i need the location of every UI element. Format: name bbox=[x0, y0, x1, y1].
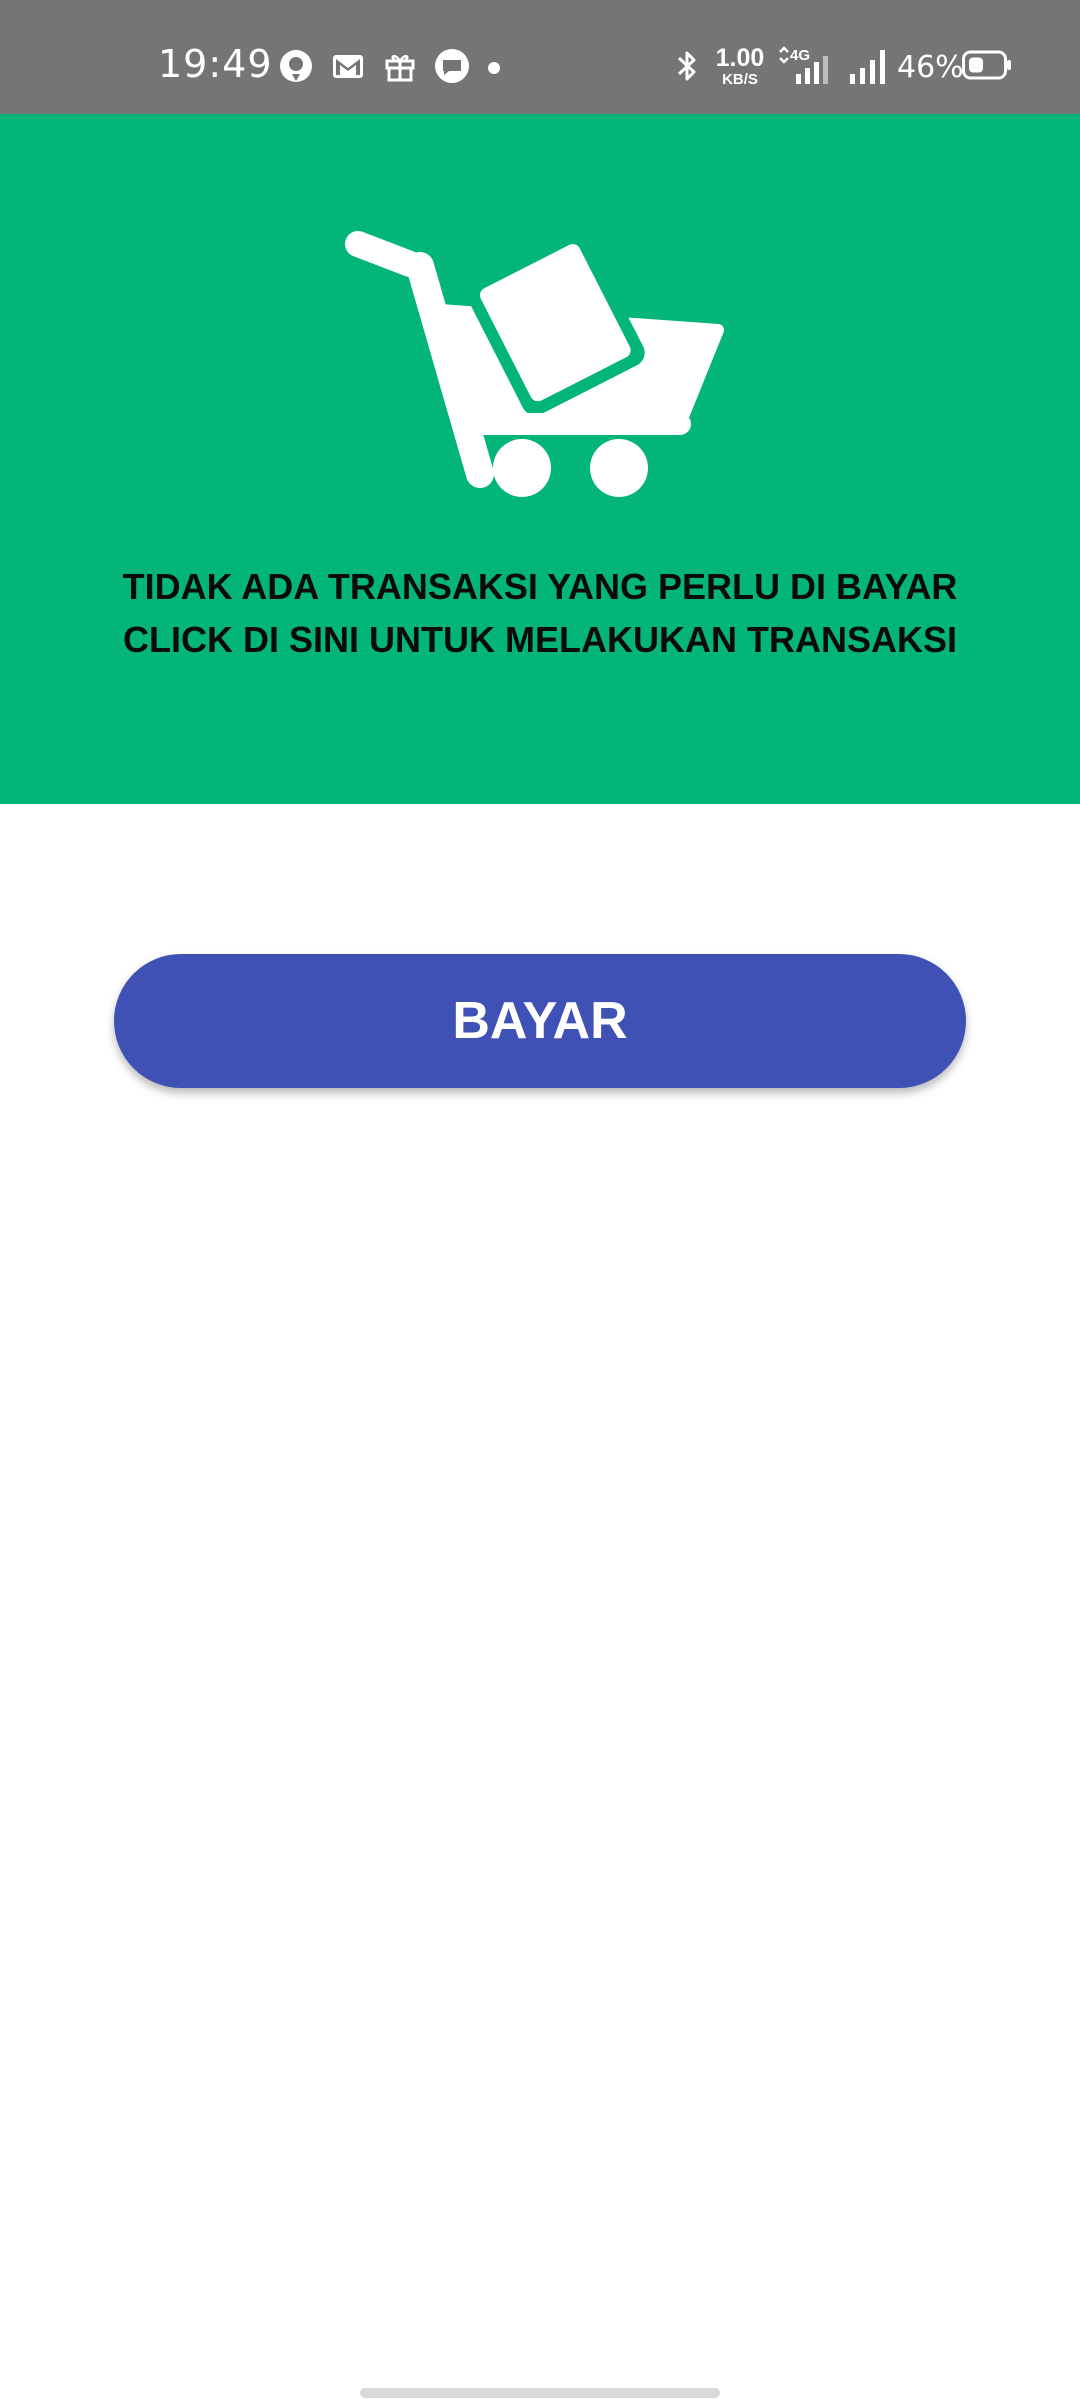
battery-percent: 46% bbox=[897, 50, 964, 85]
chat-icon bbox=[435, 49, 469, 83]
network-speed: 1.00 KB/S bbox=[712, 44, 768, 88]
pay-button[interactable]: BAYAR bbox=[114, 954, 966, 1088]
empty-transaction-banner[interactable]: TIDAK ADA TRANSAKSI YANG PERLU DI BAYAR … bbox=[0, 114, 1080, 804]
status-bar: 19:49 1.00 KB/S 4G 46% bbox=[0, 0, 1080, 114]
message-line-1: TIDAK ADA TRANSAKSI YANG PERLU DI BAYAR bbox=[122, 566, 958, 607]
network-type-label: 4G bbox=[790, 47, 810, 64]
message-line-2: CLICK DI SINI UNTUK MELAKUKAN TRANSAKSI bbox=[123, 619, 957, 660]
gmail-icon bbox=[333, 55, 363, 78]
status-time: 19:49 bbox=[158, 42, 273, 86]
home-indicator[interactable] bbox=[360, 2388, 720, 2398]
bluetooth-icon bbox=[677, 51, 696, 81]
network-speed-unit: KB/S bbox=[722, 71, 758, 88]
signal-4g-icon: 4G bbox=[779, 46, 828, 84]
empty-transaction-message: TIDAK ADA TRANSAKSI YANG PERLU DI BAYAR … bbox=[0, 560, 1080, 666]
cart-icon bbox=[345, 230, 724, 497]
battery-icon bbox=[962, 50, 1011, 80]
network-speed-value: 1.00 bbox=[715, 44, 765, 72]
signal-icon bbox=[850, 50, 885, 84]
gift-icon bbox=[385, 54, 415, 82]
maps-icon bbox=[280, 50, 312, 82]
notification-dot bbox=[488, 62, 500, 74]
